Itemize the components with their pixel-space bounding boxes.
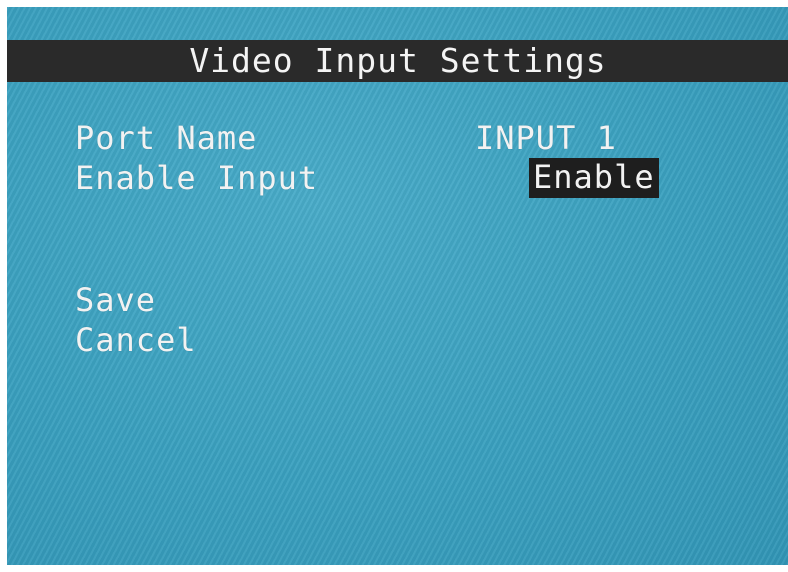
cancel-menu-item[interactable]: Cancel bbox=[75, 321, 197, 359]
port-name-value[interactable]: INPUT 1 bbox=[475, 119, 617, 157]
title-bar: Video Input Settings bbox=[7, 40, 788, 82]
save-menu-item[interactable]: Save bbox=[75, 281, 156, 319]
osd-screen: Video Input Settings Port Name INPUT 1 E… bbox=[7, 7, 788, 565]
enable-input-label: Enable Input bbox=[75, 159, 319, 197]
screen-title: Video Input Settings bbox=[189, 41, 607, 80]
enable-input-value[interactable]: Enable bbox=[529, 158, 659, 198]
port-name-label: Port Name bbox=[75, 119, 258, 157]
